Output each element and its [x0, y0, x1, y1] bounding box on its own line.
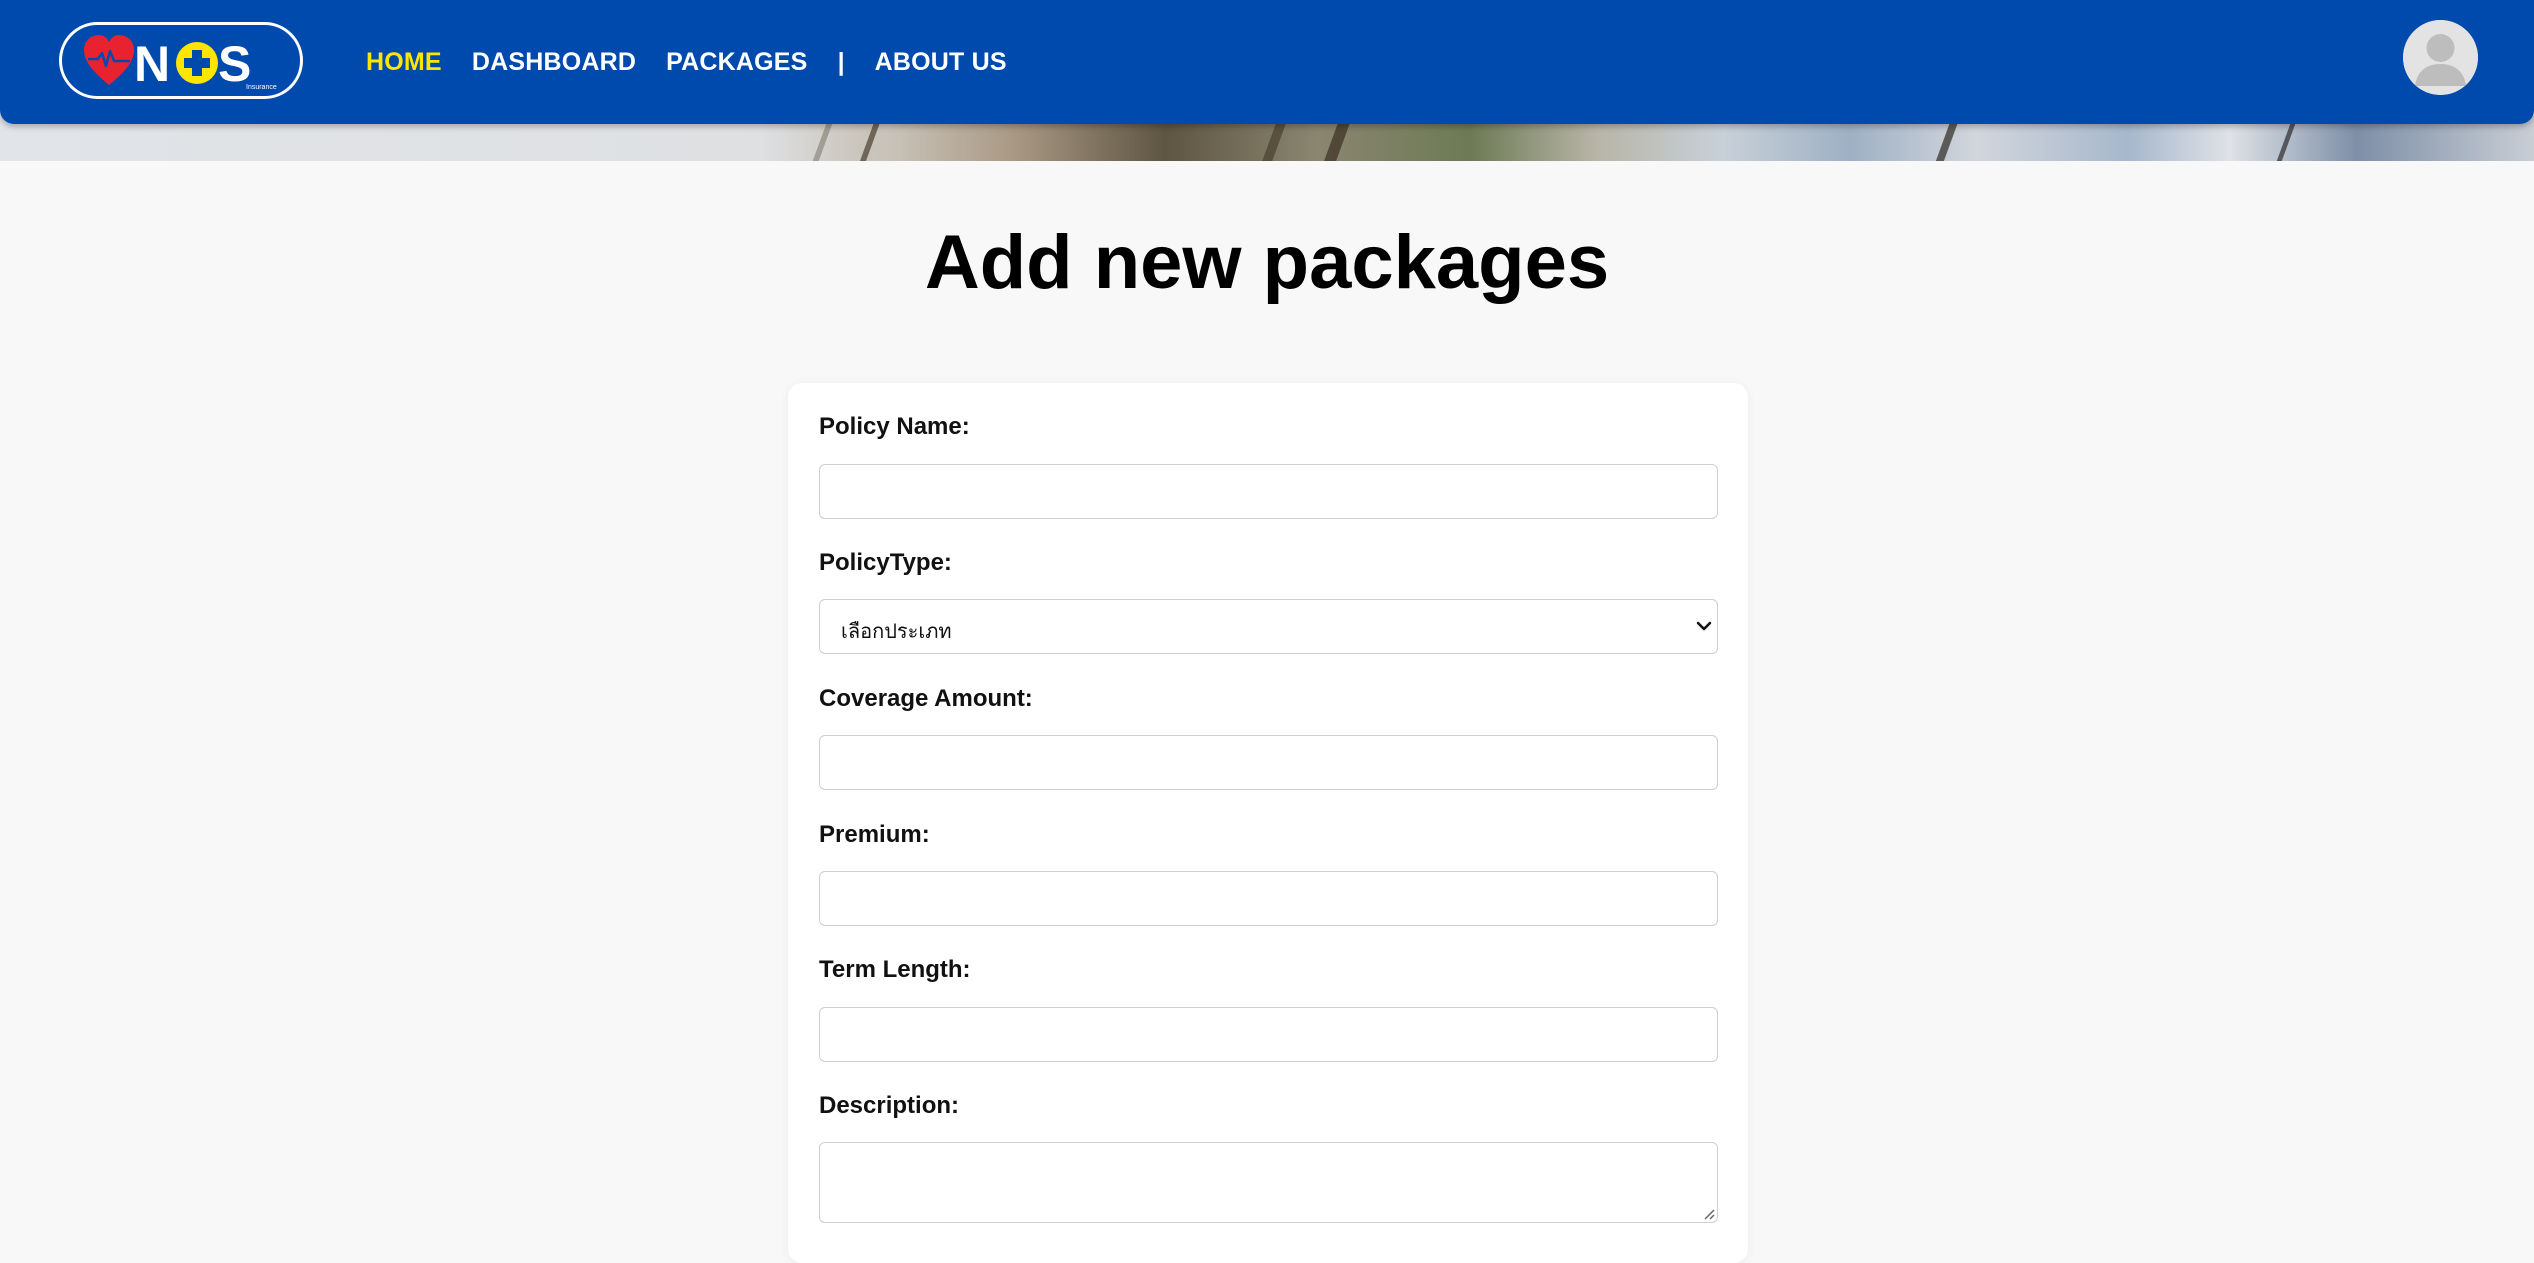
- nav-about-us[interactable]: ABOUT US: [875, 48, 1007, 77]
- policy-name-input[interactable]: [819, 464, 1718, 519]
- nav-home[interactable]: HOME: [366, 48, 442, 77]
- policy-type-label: PolicyType:: [819, 549, 952, 576]
- user-avatar-icon: [2403, 20, 2478, 95]
- chevron-down-icon: [1696, 621, 1712, 631]
- add-package-form: Policy Name: PolicyType: เลือกประเภท Cov…: [788, 383, 1748, 1263]
- user-avatar-button[interactable]: [2403, 20, 2478, 95]
- premium-label: Premium:: [819, 821, 930, 848]
- main-navigation: HOME DASHBOARD PACKAGES | ABOUT US: [366, 0, 1037, 124]
- description-textarea[interactable]: [819, 1142, 1718, 1223]
- description-label: Description:: [819, 1092, 960, 1119]
- policy-name-label: Policy Name:: [819, 413, 970, 440]
- term-length-label: Term Length:: [819, 956, 971, 983]
- nav-packages[interactable]: PACKAGES: [666, 48, 807, 77]
- page-title: Add new packages: [924, 220, 1610, 305]
- nos-insurance-logo[interactable]: N S Insurance: [59, 22, 303, 99]
- banner-detail: [812, 121, 834, 161]
- nav-separator: |: [837, 47, 845, 76]
- logo-subtext: Insurance: [246, 84, 277, 91]
- premium-input[interactable]: [819, 871, 1718, 926]
- nav-dashboard[interactable]: DASHBOARD: [472, 48, 636, 77]
- top-navbar: N S Insurance HOME DASHBOARD PACKAGES | …: [0, 0, 2534, 124]
- policy-type-select[interactable]: เลือกประเภท: [819, 599, 1718, 654]
- svg-text:N: N: [134, 36, 170, 92]
- term-length-input[interactable]: [819, 1007, 1718, 1062]
- coverage-amount-input[interactable]: [819, 735, 1718, 790]
- coverage-amount-label: Coverage Amount:: [819, 685, 1033, 712]
- logo-graphic: N S Insurance: [84, 35, 277, 92]
- policy-type-selected-value: เลือกประเภท: [841, 619, 952, 643]
- resize-handle-icon[interactable]: [1703, 1208, 1715, 1220]
